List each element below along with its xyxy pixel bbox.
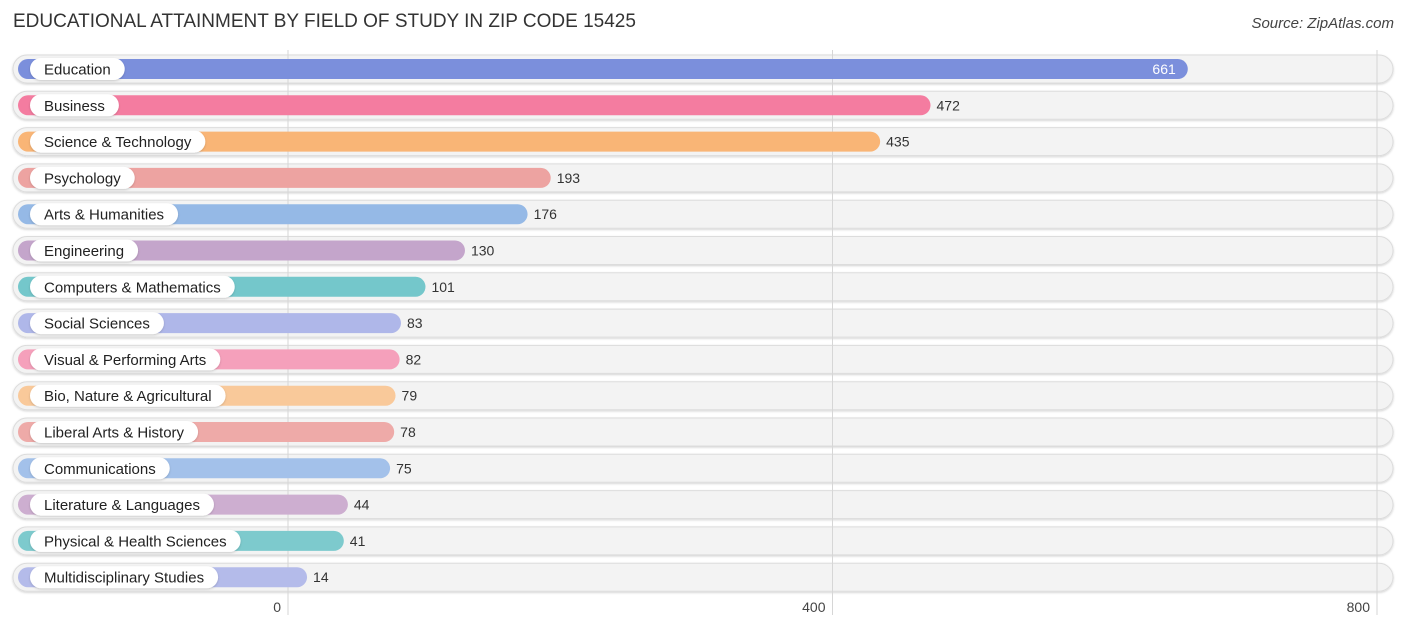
value-label: 78 xyxy=(400,424,416,440)
category-label: Physical & Health Sciences xyxy=(44,533,227,550)
value-label: 14 xyxy=(313,569,329,585)
value-label: 435 xyxy=(886,134,910,150)
category-label: Engineering xyxy=(44,243,124,260)
category-label: Bio, Nature & Agricultural xyxy=(44,388,212,405)
value-label: 83 xyxy=(407,315,423,331)
value-label: 79 xyxy=(402,388,418,404)
bar-chart: Education 661 Business 472 Science & Technol… xyxy=(12,50,1394,615)
category-label: Social Sciences xyxy=(44,316,150,333)
bar[interactable] xyxy=(18,59,1188,79)
value-label: 472 xyxy=(937,97,961,113)
value-label: 82 xyxy=(406,351,422,367)
value-label: 41 xyxy=(350,533,366,549)
category-label: Psychology xyxy=(44,170,121,187)
value-label: 75 xyxy=(396,460,412,476)
category-label: Education xyxy=(44,62,111,79)
value-label: 176 xyxy=(534,206,558,222)
x-tick-label: 0 xyxy=(273,599,281,615)
bar[interactable] xyxy=(18,95,931,116)
x-tick-label: 400 xyxy=(802,599,826,615)
category-label: Literature & Languages xyxy=(44,497,200,514)
category-label: Visual & Performing Arts xyxy=(44,352,206,369)
x-tick-label: 800 xyxy=(1347,599,1371,615)
category-label: Communications xyxy=(44,461,156,478)
value-label: 661 xyxy=(1152,61,1176,77)
category-label: Business xyxy=(44,98,105,115)
category-label: Liberal Arts & History xyxy=(44,425,185,442)
category-label: Multidisciplinary Studies xyxy=(44,570,204,587)
category-label: Science & Technology xyxy=(44,134,192,151)
value-label: 193 xyxy=(557,170,581,186)
category-label: Arts & Humanities xyxy=(44,207,164,224)
value-label: 44 xyxy=(354,497,370,513)
value-label: 101 xyxy=(431,279,455,295)
value-label: 130 xyxy=(471,243,495,259)
category-label: Computers & Mathematics xyxy=(44,279,221,296)
